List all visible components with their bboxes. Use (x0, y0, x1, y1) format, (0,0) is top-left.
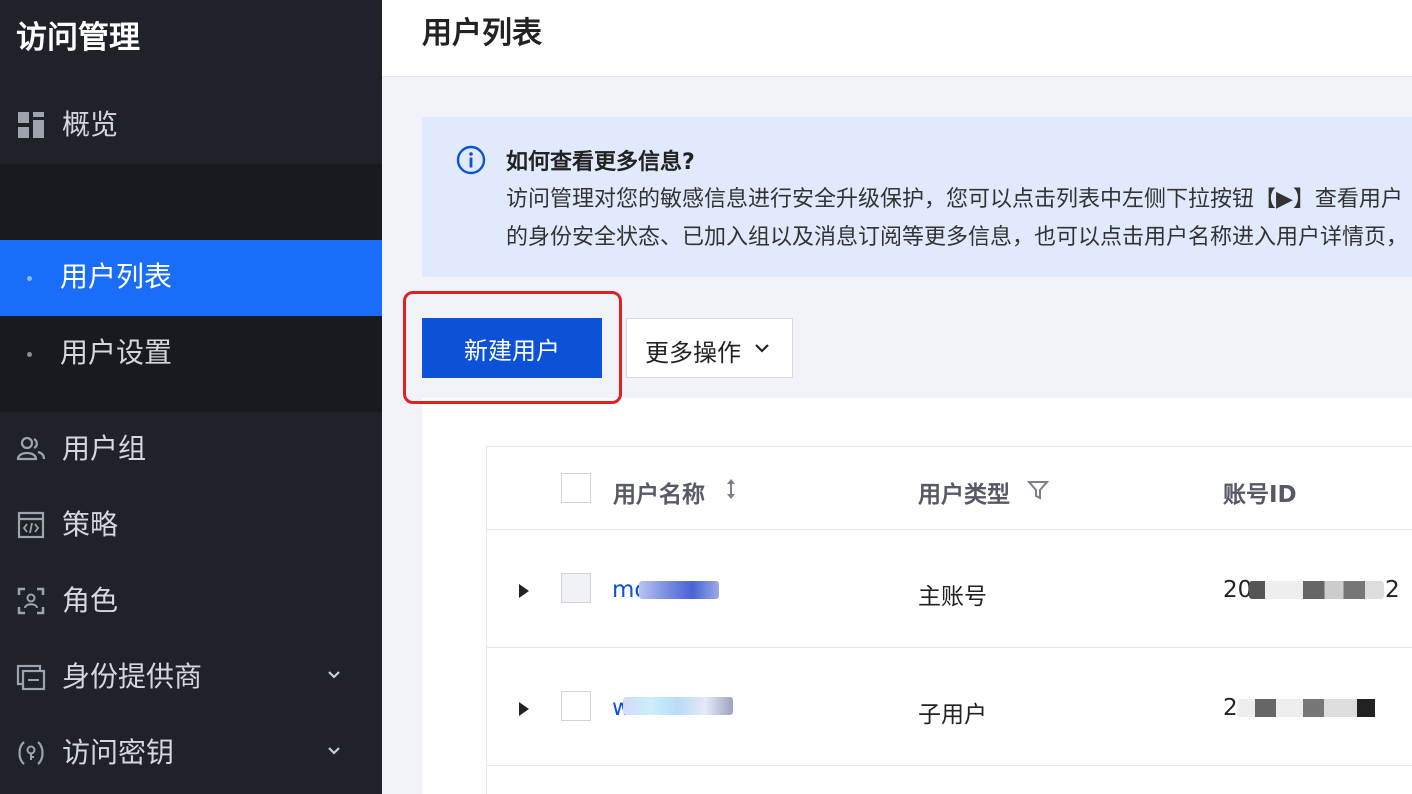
bullet-icon (27, 276, 32, 281)
info-icon (456, 145, 486, 175)
column-header-name: 用户名称 (613, 482, 705, 508)
banner-text: 访问管理对您的敏感信息进行安全升级保护，您可以点击列表中左侧下拉按钮【▶】查看用… (506, 187, 1409, 250)
more-actions-dropdown[interactable]: 更多操作 (626, 318, 793, 378)
redacted-mask (623, 697, 733, 715)
redacted-mask (1249, 581, 1384, 599)
row-checkbox[interactable] (561, 573, 591, 603)
select-all-checkbox[interactable] (561, 473, 591, 503)
page-title: 用户列表 (422, 16, 542, 51)
sidebar-item-label: 角色 (62, 584, 119, 617)
banner-title: 如何查看更多信息? (506, 150, 695, 175)
highlight-box (403, 291, 622, 404)
app-title: 访问管理 (16, 20, 140, 56)
sidebar: 访问管理 概览 用户 用户列表 用户设置 用户组 (0, 0, 382, 794)
table-row[interactable]: mo 主账号 20 2 (487, 529, 1412, 648)
more-actions-label: 更多操作 (645, 339, 741, 367)
bullet-icon (27, 352, 32, 357)
sidebar-item-label: 概览 (62, 108, 119, 141)
sidebar-item-label: 用户设置 (60, 336, 173, 369)
table-row[interactable]: w 子用户 2 (487, 647, 1412, 766)
sidebar-item-user-settings[interactable]: 用户设置 (0, 316, 382, 392)
sidebar-item-user-groups[interactable]: 用户组 (0, 412, 382, 488)
account-id-end: 2 (1385, 577, 1400, 603)
sidebar-item-label: 策略 (62, 508, 119, 541)
row-checkbox[interactable] (561, 691, 591, 721)
sidebar-item-policies[interactable]: 策略 (0, 488, 382, 564)
redacted-mask (639, 581, 719, 599)
expand-icon[interactable] (517, 583, 531, 599)
sidebar-item-label: 用户组 (62, 432, 147, 465)
user-table: 用户名称 用户类型 账号ID mo 主账号 20 2 w 子用户 2 (486, 446, 1412, 794)
expand-icon[interactable] (517, 701, 531, 717)
page-header: 用户列表 (382, 0, 1412, 77)
info-banner: 如何查看更多信息? 访问管理对您的敏感信息进行安全升级保护，您可以点击列表中左侧… (422, 117, 1412, 277)
sidebar-item-overview[interactable]: 概览 (0, 88, 382, 164)
chevron-down-icon (328, 747, 340, 755)
dashboard-icon (18, 112, 44, 138)
table-header: 用户名称 用户类型 账号ID (487, 447, 1412, 530)
key-icon (18, 741, 44, 765)
sidebar-item-label: 访问密钥 (62, 736, 175, 769)
role-icon (17, 587, 45, 615)
user-group-icon (16, 436, 46, 461)
account-id: 2 (1223, 695, 1238, 721)
sort-icon[interactable] (723, 477, 739, 501)
sidebar-item-access-keys[interactable]: 访问密钥 (0, 716, 382, 792)
chevron-down-icon (755, 344, 769, 353)
filter-icon[interactable] (1027, 479, 1049, 501)
sidebar-item-roles[interactable]: 角色 (0, 564, 382, 640)
chevron-down-icon (328, 671, 340, 679)
identity-provider-icon (16, 664, 46, 691)
sidebar-item-label: 身份提供商 (62, 660, 203, 693)
code-document-icon (17, 511, 45, 539)
column-header-account-id: 账号ID (1223, 482, 1297, 508)
user-type: 子用户 (918, 702, 987, 728)
sidebar-item-identity-providers[interactable]: 身份提供商 (0, 640, 382, 716)
sidebar-item-label: 用户列表 (60, 260, 173, 293)
account-id: 20 (1223, 577, 1253, 603)
redacted-mask (1237, 699, 1387, 717)
sidebar-item-user-list[interactable]: 用户列表 (0, 240, 382, 316)
column-header-type: 用户类型 (918, 482, 1010, 508)
user-type: 主账号 (918, 584, 987, 610)
